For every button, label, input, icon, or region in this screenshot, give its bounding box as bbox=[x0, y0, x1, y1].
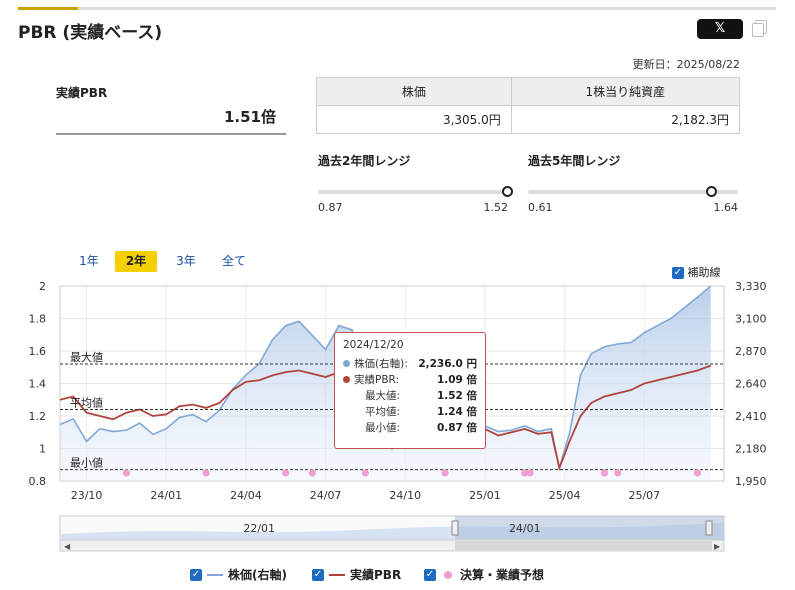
event-marker bbox=[693, 469, 702, 477]
range-2y-track bbox=[318, 190, 508, 194]
y-left-tick: 1.8 bbox=[29, 313, 47, 326]
tab-2y[interactable]: 2年 bbox=[115, 251, 157, 272]
event-marker bbox=[614, 469, 622, 477]
y-left-tick: 1.6 bbox=[29, 345, 47, 358]
y-right-tick: 2,640 bbox=[735, 378, 767, 391]
checkbox-checked-icon[interactable]: ✓ bbox=[424, 568, 436, 581]
line-swatch-icon bbox=[329, 573, 345, 576]
page-title: PBR (実績ベース) bbox=[18, 23, 163, 43]
event-marker bbox=[361, 469, 370, 477]
line-swatch-icon bbox=[207, 573, 223, 576]
tooltip-max-value: 1.52 倍 bbox=[436, 389, 477, 402]
y-left-tick: 1.2 bbox=[29, 410, 47, 423]
legend-events-label: 決算・業績予想 bbox=[460, 568, 545, 582]
x-tick: 24/10 bbox=[389, 489, 421, 502]
x-tick: 24/01 bbox=[150, 489, 182, 502]
tooltip-date: 2024/12/20 bbox=[343, 339, 404, 351]
chart-tooltip: 2024/12/20 株価(右軸): 2,236.0 円 実績PBR: 1.09 倍… bbox=[334, 332, 486, 449]
x-tick: 24/04 bbox=[230, 489, 262, 502]
checkbox-checked-icon[interactable]: ✓ bbox=[190, 568, 202, 581]
y-right-tick: 2,410 bbox=[735, 410, 767, 423]
reference-line-label: 最大値 bbox=[70, 350, 103, 364]
tooltip-pbr-value: 1.09 倍 bbox=[436, 373, 477, 386]
scroll-left-icon: ◀ bbox=[64, 542, 71, 551]
tooltip-avg-value: 1.24 倍 bbox=[436, 405, 477, 418]
bps-value: 2,182.3円 bbox=[510, 105, 741, 134]
y-left-tick: 0.8 bbox=[29, 475, 47, 488]
y-left-tick: 2 bbox=[39, 280, 46, 293]
navigator-label: 24/01 bbox=[509, 522, 541, 535]
bps-header: 1株当り純資産 bbox=[510, 77, 741, 106]
pbr-value: 1.51倍 bbox=[56, 106, 286, 135]
event-marker bbox=[308, 469, 316, 477]
event-marker bbox=[282, 469, 290, 477]
update-date: 更新日：2025/08/22 bbox=[632, 58, 740, 71]
range-2y-min: 0.87 bbox=[318, 201, 343, 214]
tooltip-min-value: 0.87 倍 bbox=[436, 421, 477, 434]
pbr-label: 実績PBR bbox=[56, 86, 108, 100]
range-5y-knob bbox=[705, 186, 717, 197]
legend-pbr[interactable]: ✓ 実績PBR bbox=[312, 566, 401, 583]
price-header: 株価 bbox=[316, 77, 512, 106]
tab-1y[interactable]: 1年 bbox=[72, 251, 106, 272]
event-marker bbox=[122, 469, 130, 477]
x-tick: 23/10 bbox=[71, 489, 103, 502]
legend-price-label: 株価(右軸) bbox=[228, 568, 287, 582]
event-marker bbox=[526, 469, 534, 477]
x-tick: 25/04 bbox=[549, 489, 581, 502]
range-5y-title: 過去5年間レンジ bbox=[528, 154, 621, 168]
range-5y-min: 0.61 bbox=[528, 201, 553, 214]
navigator-scroll-thumb bbox=[455, 541, 712, 550]
legend-price[interactable]: ✓ 株価(右軸) bbox=[190, 566, 287, 583]
navigator-handle-left bbox=[451, 520, 459, 536]
reference-line-label: 最小値 bbox=[70, 457, 103, 470]
legend-pbr-label: 実績PBR bbox=[350, 568, 402, 582]
y-right-tick: 3,330 bbox=[735, 280, 767, 293]
y-left-tick: 1.4 bbox=[29, 378, 47, 391]
navigator-selection bbox=[455, 516, 724, 540]
range-2y-title: 過去2年間レンジ bbox=[318, 154, 411, 168]
price-value: 3,305.0円 bbox=[316, 105, 512, 134]
tooltip-max-label: 最大値: bbox=[365, 389, 401, 402]
x-tick: 25/01 bbox=[469, 489, 501, 502]
checkbox-checked-icon[interactable]: ✓ bbox=[312, 568, 324, 581]
event-marker bbox=[600, 469, 609, 477]
price-dot-icon bbox=[343, 359, 350, 367]
tooltip-min-label: 最小値: bbox=[365, 421, 401, 434]
share-x-button[interactable]: 𝕏 bbox=[697, 19, 743, 39]
y-right-tick: 1,950 bbox=[735, 475, 767, 488]
price-bps-table: 株価 1株当り純資産 3,305.0円 2,182.3円 bbox=[316, 77, 741, 134]
top-accent-bar bbox=[18, 7, 776, 10]
x-tick: 24/07 bbox=[310, 489, 342, 502]
tooltip-price-label: 株価(右軸): bbox=[354, 357, 408, 370]
y-left-tick: 1 bbox=[39, 443, 46, 456]
y-right-tick: 2,180 bbox=[735, 443, 767, 456]
range-2y-max: 1.52 bbox=[483, 201, 509, 214]
range-5y-max: 1.64 bbox=[713, 201, 739, 214]
range-2y-knob bbox=[502, 186, 514, 197]
event-marker bbox=[202, 469, 210, 477]
event-dot-icon bbox=[444, 570, 452, 579]
reference-line-label: 平均値 bbox=[70, 397, 103, 410]
navigator-label: 22/01 bbox=[243, 522, 275, 535]
copy-icon[interactable] bbox=[752, 20, 768, 38]
tab-all[interactable]: 全て bbox=[214, 251, 254, 272]
legend-events[interactable]: ✓ 決算・業績予想 bbox=[424, 566, 544, 583]
tooltip-price-value: 2,236.0 円 bbox=[418, 357, 477, 370]
tooltip-pbr-label: 実績PBR: bbox=[354, 373, 400, 386]
event-marker bbox=[441, 469, 449, 477]
pbr-dot-icon bbox=[343, 375, 350, 383]
y-right-tick: 3,100 bbox=[735, 313, 767, 326]
scroll-right-icon: ▶ bbox=[714, 542, 721, 551]
navigator-handle-right bbox=[705, 520, 713, 536]
y-right-tick: 2,870 bbox=[735, 345, 767, 358]
x-tick: 25/07 bbox=[628, 489, 660, 502]
accent-segment bbox=[18, 7, 78, 10]
tooltip-avg-label: 平均値: bbox=[365, 405, 401, 418]
tab-3y[interactable]: 3年 bbox=[168, 251, 204, 272]
